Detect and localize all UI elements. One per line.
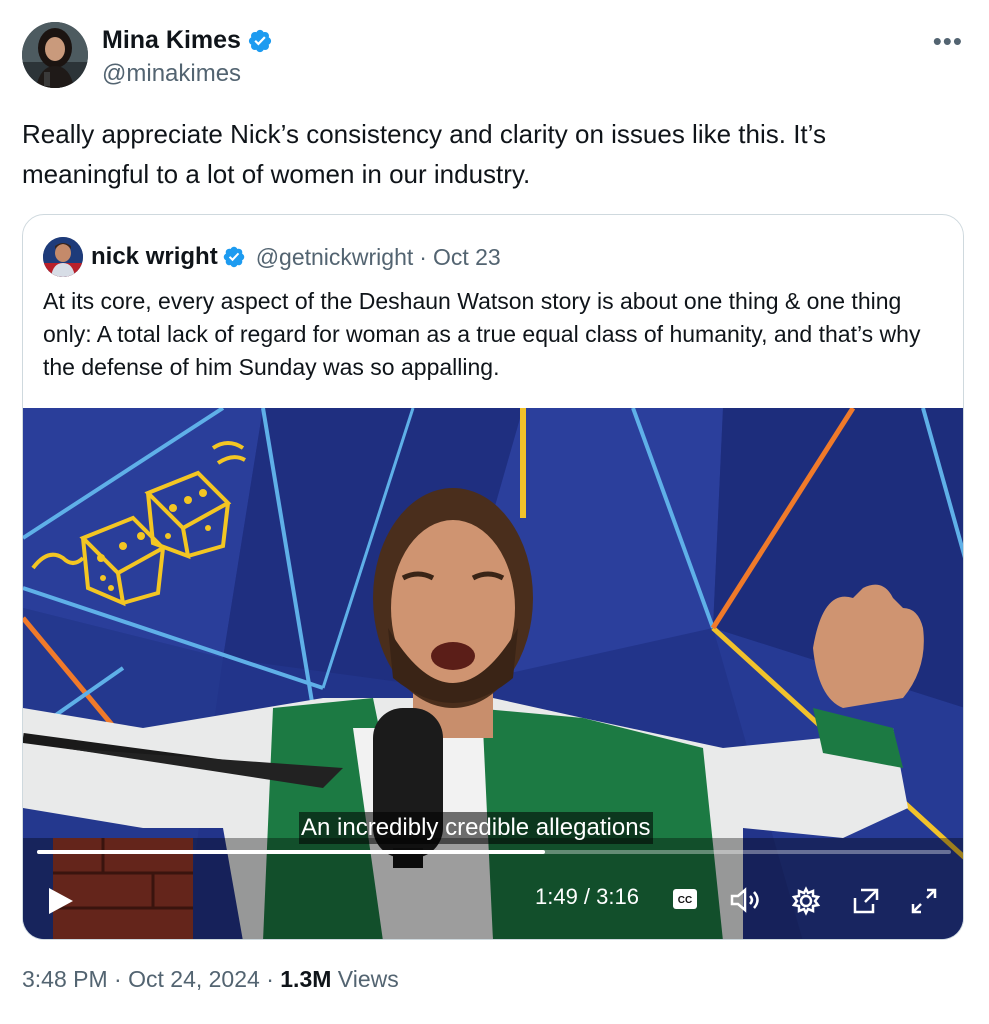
tweet-text: Really appreciate Nick’s consistency and…	[22, 119, 826, 189]
quoted-tweet-header: nick wright @getnickwright · Oct 23	[43, 237, 501, 277]
video-caption: An incredibly credible allegations	[299, 812, 653, 844]
more-horizontal-icon[interactable]: •••	[933, 26, 963, 57]
views-count: 1.3M	[280, 966, 332, 992]
separator-dot: ·	[419, 243, 427, 270]
quoted-author-display-name: nick wright	[91, 243, 218, 270]
author-handle[interactable]: @minakimes	[102, 60, 241, 88]
separator-dot: ·	[266, 966, 274, 992]
svg-text:CC: CC	[678, 895, 692, 906]
closed-captions-icon[interactable]: CC	[671, 886, 699, 917]
quoted-tweet-date: Oct 23	[432, 243, 501, 270]
volume-icon[interactable]	[729, 886, 763, 919]
fullscreen-icon[interactable]	[909, 886, 939, 921]
quoted-author-handle: @getnickwright	[255, 243, 414, 270]
video-frame	[23, 408, 963, 939]
video-progress-fill	[37, 850, 546, 854]
video-player[interactable]: An incredibly credible allegations 1:49 …	[23, 408, 963, 939]
tweet-header: Mina Kimes @minakimes •••	[22, 22, 967, 92]
quoted-tweet-card[interactable]: nick wright @getnickwright · Oct 23 At i…	[22, 214, 964, 940]
separator-dot: ·	[114, 966, 122, 992]
video-time: 1:49 / 3:16	[535, 884, 639, 909]
author-display-name[interactable]: Mina Kimes	[102, 26, 241, 55]
tweet-date[interactable]: Oct 24, 2024	[128, 966, 260, 992]
pop-out-icon[interactable]	[851, 886, 883, 921]
video-progress-bar[interactable]	[37, 850, 951, 854]
verified-badge-icon	[223, 246, 244, 268]
play-icon[interactable]	[47, 886, 75, 921]
quoted-author-avatar	[43, 237, 83, 277]
views-label: Views	[337, 966, 399, 992]
author-avatar[interactable]	[22, 22, 88, 88]
tweet-meta: 3:48 PM · Oct 24, 2024 · 1.3M Views	[22, 966, 399, 993]
verified-badge-icon	[248, 29, 272, 52]
quoted-tweet-text: At its core, every aspect of the Deshaun…	[43, 288, 921, 380]
tweet-time[interactable]: 3:48 PM	[22, 966, 108, 992]
settings-icon[interactable]	[791, 886, 821, 921]
